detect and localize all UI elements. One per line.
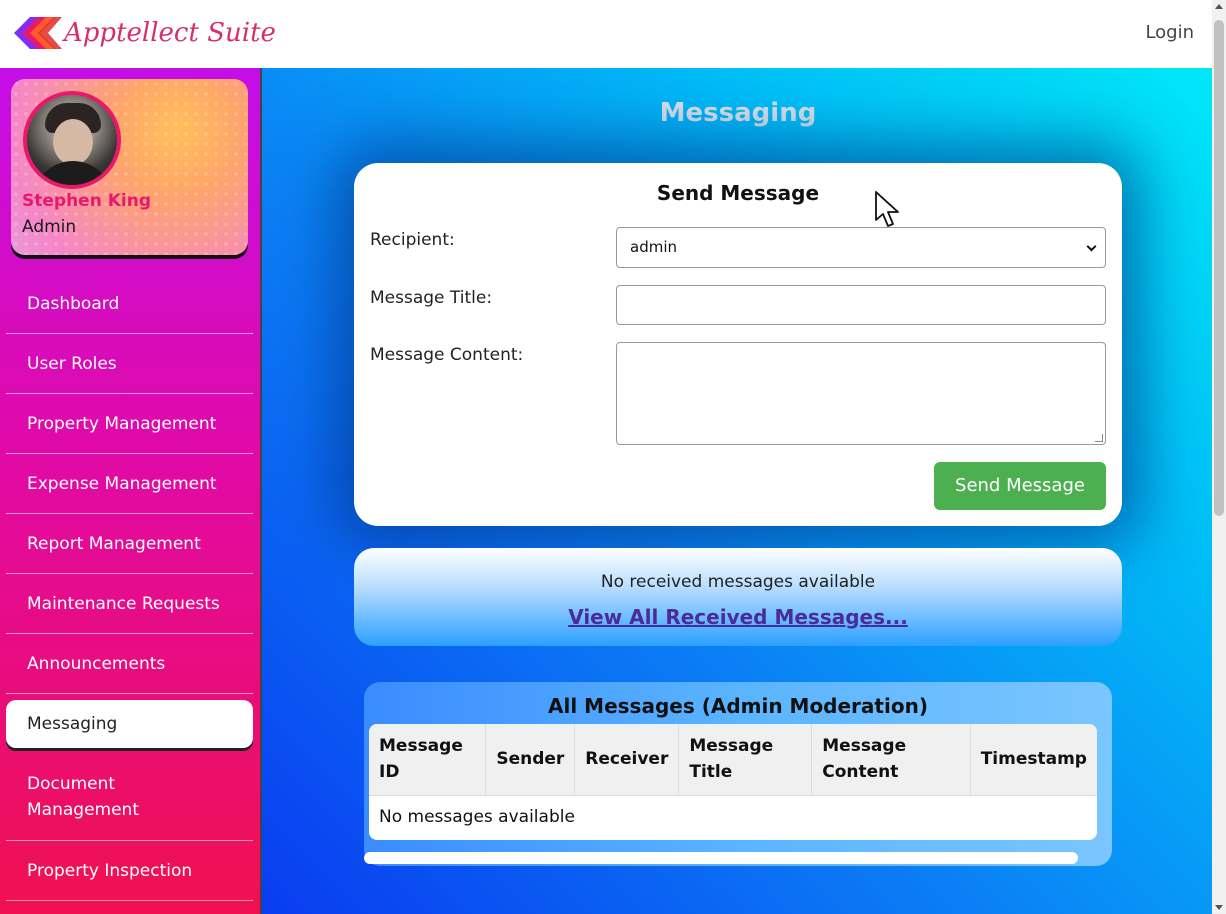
scroll-down-icon[interactable] (1215, 905, 1223, 910)
sidebar-item-report-management[interactable]: Report Management (6, 514, 253, 574)
col-header-sender: Sender (485, 724, 576, 796)
sidebar-item-announcements[interactable]: Announcements (6, 634, 253, 694)
message-title-label: Message Title: (370, 288, 493, 308)
send-message-button[interactable]: Send Message (934, 462, 1106, 510)
moderation-table: Message ID Sender Receiver Message Title… (369, 724, 1097, 839)
col-header-message-title: Message Title (678, 724, 813, 796)
sidebar-item-maintenance-requests[interactable]: Maintenance Requests (6, 574, 253, 634)
avatar-face (53, 119, 93, 165)
sidebar-nav: Dashboard User Roles Property Management… (6, 274, 253, 901)
message-content-label: Message Content: (370, 345, 524, 365)
sidebar-item-dashboard[interactable]: Dashboard (6, 274, 253, 334)
brand-logo[interactable]: Apptellect Suite (12, 14, 276, 52)
avatar (23, 91, 121, 189)
top-bar: Apptellect Suite Login (0, 0, 1212, 68)
sidebar-item-user-roles[interactable]: User Roles (6, 334, 253, 394)
profile-name: Stephen King (22, 191, 151, 211)
col-header-message-id: Message ID (369, 724, 487, 796)
send-message-title: Send Message (656, 181, 820, 205)
page-title: Messaging (659, 98, 817, 128)
resize-grip-icon[interactable] (1095, 434, 1103, 442)
received-messages-panel: No received messages available View All … (354, 548, 1122, 646)
sidebar-item-messaging[interactable]: Messaging (6, 700, 253, 748)
profile-card: Stephen King Admin (11, 79, 248, 255)
sidebar-item-property-management[interactable]: Property Management (6, 394, 253, 454)
message-title-input[interactable] (616, 285, 1106, 325)
col-header-receiver: Receiver (574, 724, 680, 796)
col-header-timestamp: Timestamp (970, 724, 1097, 796)
mouse-cursor-icon (875, 191, 899, 227)
brand-name: Apptellect Suite (64, 18, 276, 48)
send-message-card: Send Message Recipient: admin Message Ti… (354, 163, 1122, 526)
col-header-message-content: Message Content (811, 724, 971, 796)
moderation-table-wrapper: Message ID Sender Receiver Message Title… (369, 724, 1097, 840)
login-link[interactable]: Login (1145, 22, 1194, 43)
view-all-received-link[interactable]: View All Received Messages... (354, 605, 1122, 629)
avatar-body (33, 161, 113, 185)
scroll-up-icon[interactable] (1215, 4, 1223, 9)
moderation-title: All Messages (Admin Moderation) (548, 694, 928, 718)
received-empty-text: No received messages available (600, 572, 876, 592)
brand-logo-icon (12, 14, 62, 52)
profile-role: Admin (22, 217, 77, 237)
sidebar-item-property-inspection[interactable]: Property Inspection (6, 841, 253, 901)
recipient-label: Recipient: (370, 230, 455, 250)
vertical-scrollbar[interactable] (1212, 0, 1226, 914)
sidebar: Stephen King Admin Dashboard User Roles … (0, 68, 260, 914)
admin-moderation-panel: All Messages (Admin Moderation) Message … (364, 682, 1112, 866)
table-row: No messages available (369, 795, 1097, 839)
scrollbar-thumb[interactable] (1214, 20, 1224, 516)
table-empty-text: No messages available (379, 807, 575, 828)
sidebar-item-document-management[interactable]: Document Management (6, 754, 253, 841)
sidebar-item-expense-management[interactable]: Expense Management (6, 454, 253, 514)
recipient-select-value: admin (630, 238, 677, 256)
main-content: Messaging Send Message Recipient: admin … (260, 68, 1212, 914)
chevron-down-icon (1086, 241, 1097, 252)
horizontal-scrollbar[interactable] (364, 852, 1078, 864)
message-content-textarea[interactable] (616, 342, 1106, 445)
recipient-select[interactable]: admin (616, 227, 1106, 268)
table-header-row: Message ID Sender Receiver Message Title… (369, 724, 1097, 796)
